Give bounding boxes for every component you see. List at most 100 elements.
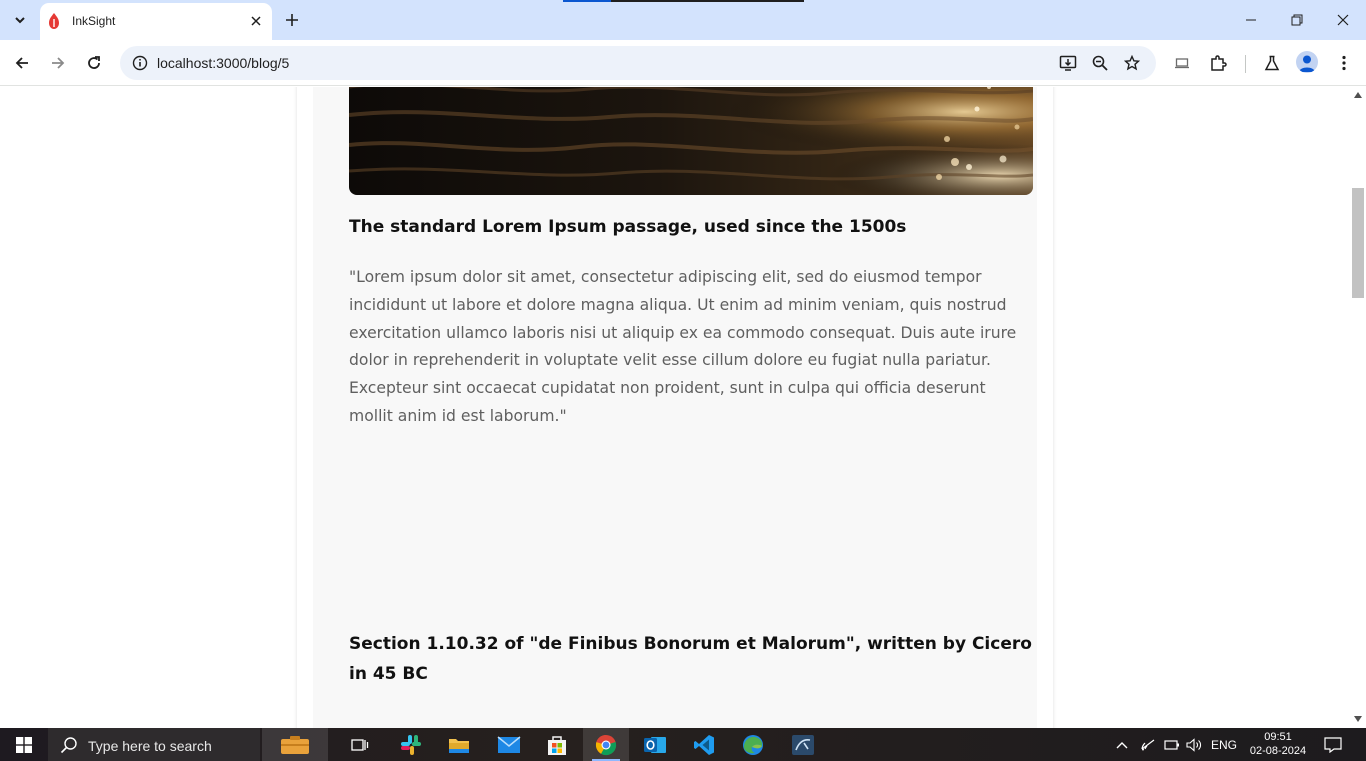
mysql-workbench-icon xyxy=(792,734,814,755)
edge-icon xyxy=(743,734,763,755)
forward-button[interactable] xyxy=(44,49,72,77)
arrow-left-icon xyxy=(15,57,28,69)
tab-title: InkSight xyxy=(72,14,116,28)
site-info-button[interactable] xyxy=(128,51,152,75)
blog-post-content: The standard Lorem Ipsum passage, used s… xyxy=(313,87,1037,728)
reload-button[interactable] xyxy=(80,49,108,77)
chrome-icon xyxy=(595,734,617,755)
hero-image xyxy=(349,87,1033,195)
taskbar-search-placeholder: Type here to search xyxy=(88,738,212,754)
section-heading-1: The standard Lorem Ipsum passage, used s… xyxy=(349,217,907,237)
flask-icon xyxy=(1264,55,1280,71)
new-tab-button[interactable] xyxy=(280,8,304,32)
close-window-button[interactable] xyxy=(1320,0,1366,40)
taskbar-mail[interactable] xyxy=(486,728,532,761)
tab-search-button[interactable] xyxy=(6,7,34,33)
folder-briefcase-icon xyxy=(281,735,309,754)
triangle-down-icon xyxy=(1354,716,1362,722)
search-icon xyxy=(60,737,77,754)
taskbar-search-box[interactable]: Type here to search xyxy=(48,728,260,761)
windows-taskbar: Type here to search ENG 09:51 02-08-2024 xyxy=(0,728,1366,761)
scroll-down-arrow[interactable] xyxy=(1354,715,1362,723)
laptop-icon xyxy=(1175,58,1189,69)
battery-tray-button[interactable] xyxy=(1161,728,1183,761)
browser-menu-button[interactable] xyxy=(1330,49,1358,77)
more-vertical-icon xyxy=(1342,55,1346,71)
extensions-button[interactable] xyxy=(1204,49,1232,77)
chevron-down-icon xyxy=(15,17,25,24)
chevron-up-icon xyxy=(1116,741,1128,748)
info-icon xyxy=(132,55,148,71)
clock-date: 02-08-2024 xyxy=(1249,745,1307,757)
outlook-icon xyxy=(644,736,666,753)
store-bag-icon xyxy=(548,735,566,755)
plus-icon xyxy=(286,14,298,26)
page-scrollbar[interactable] xyxy=(1350,87,1366,728)
language-label: ENG xyxy=(1210,737,1237,752)
taskbar-microsoft-store[interactable] xyxy=(534,728,580,761)
install-app-button[interactable] xyxy=(1056,51,1080,75)
close-icon xyxy=(251,16,261,26)
person-icon xyxy=(1299,55,1315,72)
taskbar-task-view[interactable] xyxy=(337,728,383,761)
url-text[interactable]: localhost:3000/blog/5 xyxy=(157,55,289,71)
notification-icon xyxy=(1324,736,1342,753)
minimize-button[interactable] xyxy=(1228,0,1274,40)
profile-avatar[interactable] xyxy=(1296,51,1318,73)
taskbar-edge[interactable] xyxy=(730,728,776,761)
taskbar-outlook[interactable] xyxy=(632,728,678,761)
arrow-right-icon xyxy=(52,57,65,69)
tab-strip: InkSight xyxy=(0,0,1366,40)
clock-time: 09:51 xyxy=(1264,731,1292,743)
wifi-icon xyxy=(1141,739,1155,750)
bookmark-button[interactable] xyxy=(1120,51,1144,75)
input-language-indicator[interactable]: ENG xyxy=(1208,728,1240,761)
restore-icon xyxy=(1291,14,1303,26)
window-drag-indicator-accent xyxy=(563,0,611,2)
notification-center-button[interactable] xyxy=(1318,728,1348,761)
taskbar-mysql-workbench[interactable] xyxy=(780,728,826,761)
taskbar-chrome[interactable] xyxy=(583,728,629,761)
restore-button[interactable] xyxy=(1274,0,1320,40)
back-button[interactable] xyxy=(8,49,36,77)
task-view-icon xyxy=(351,738,369,751)
battery-icon xyxy=(1164,739,1179,750)
taskbar-slack[interactable] xyxy=(388,728,434,761)
mail-icon xyxy=(497,735,521,753)
toolbar-divider xyxy=(1245,55,1246,73)
show-hidden-icons-button[interactable] xyxy=(1112,728,1132,761)
reload-icon xyxy=(88,56,100,69)
blog-post-card: The standard Lorem Ipsum passage, used s… xyxy=(297,87,1053,728)
start-button[interactable] xyxy=(0,728,48,761)
network-tray-button[interactable] xyxy=(1138,728,1158,761)
inksight-favicon-icon xyxy=(49,13,59,29)
star-icon xyxy=(1124,55,1140,71)
install-app-icon xyxy=(1059,55,1077,71)
triangle-up-icon xyxy=(1354,92,1362,98)
vscode-icon xyxy=(694,734,714,755)
zoom-out-icon xyxy=(1092,55,1108,71)
scroll-up-arrow[interactable] xyxy=(1354,91,1362,99)
cast-button[interactable] xyxy=(1168,49,1196,77)
address-bar[interactable]: localhost:3000/blog/5 xyxy=(120,46,1156,80)
section-paragraph-1: "Lorem ipsum dolor sit amet, consectetur… xyxy=(349,268,1017,425)
taskbar-file-explorer[interactable] xyxy=(436,728,482,761)
taskbar-clock[interactable]: 09:51 02-08-2024 xyxy=(1248,730,1308,758)
folder-icon xyxy=(449,738,469,753)
taskbar-file-explorer-folder[interactable] xyxy=(262,728,328,761)
minimize-icon xyxy=(1246,19,1256,21)
zoom-button[interactable] xyxy=(1088,51,1112,75)
volume-tray-button[interactable] xyxy=(1184,728,1204,761)
puzzle-icon xyxy=(1211,55,1227,71)
water-at-sunset-image xyxy=(349,87,1033,195)
close-icon xyxy=(1337,14,1349,26)
speaker-icon xyxy=(1186,737,1201,752)
browser-tab-active[interactable]: InkSight xyxy=(40,3,272,40)
slack-icon xyxy=(401,734,421,755)
labs-button[interactable] xyxy=(1258,49,1286,77)
taskbar-vscode[interactable] xyxy=(681,728,727,761)
section-heading-2: Section 1.10.32 of "de Finibus Bonorum e… xyxy=(349,634,1032,684)
browser-toolbar: localhost:3000/blog/5 xyxy=(0,40,1366,86)
tab-close-button[interactable] xyxy=(246,11,266,31)
scrollbar-thumb[interactable] xyxy=(1352,188,1364,298)
